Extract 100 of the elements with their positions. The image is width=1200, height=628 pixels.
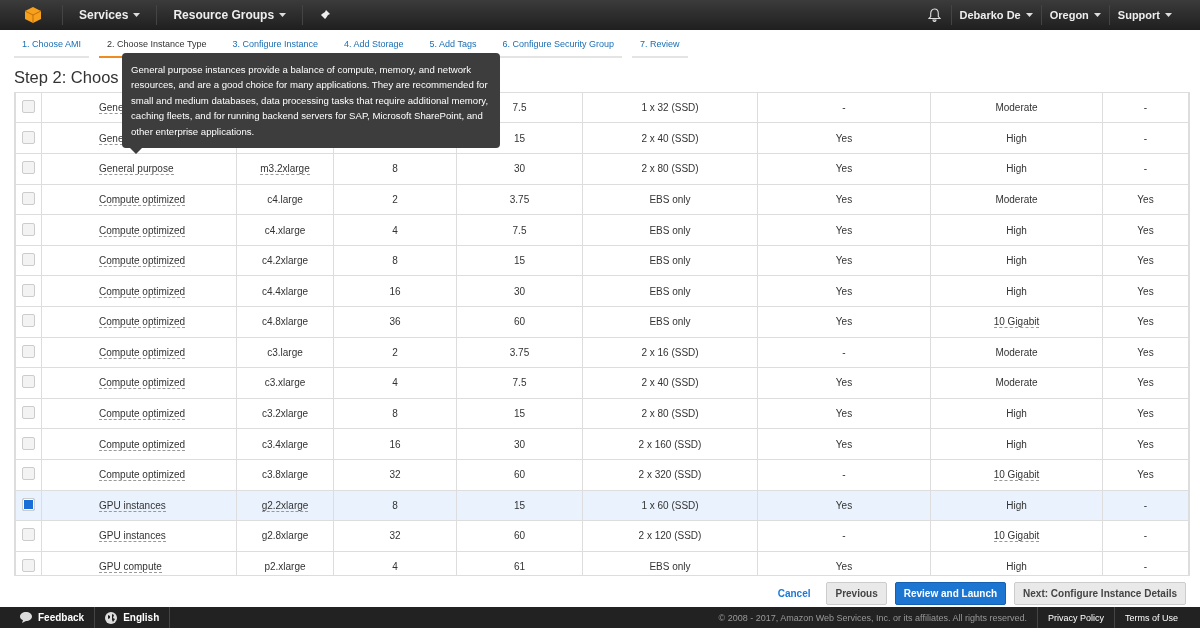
table-cell: 2 x 40 (SSD) [641, 132, 699, 144]
table-cell: EBS only [649, 285, 691, 297]
row-checkbox[interactable] [22, 528, 35, 542]
table-row[interactable]: Compute optimized c4.4xlarge 16 30 EBS only Yes High Yes [15, 275, 1189, 307]
nav-menu[interactable]: Resource Groups [156, 4, 303, 25]
table-cell: Moderate [995, 102, 1038, 114]
table-cell: 2 x 320 (SSD) [638, 469, 702, 481]
row-checkbox[interactable] [22, 375, 35, 389]
row-checkbox[interactable] [22, 100, 35, 114]
row-checkbox[interactable] [22, 191, 35, 205]
row-checkbox[interactable] [22, 253, 35, 267]
table-cell: 15 [513, 132, 526, 144]
table-cell: Compute optimized [99, 316, 186, 329]
table-cell: Yes [1137, 438, 1154, 450]
table-cell: EBS only [649, 193, 691, 205]
table-cell: High [1006, 255, 1027, 267]
row-checkbox[interactable] [22, 497, 35, 511]
table-cell: 16 [389, 285, 401, 297]
table-cell: High [1006, 224, 1027, 236]
row-checkbox[interactable] [22, 222, 35, 236]
table-row[interactable]: Compute optimized c3.2xlarge 8 15 2 x 80 (SSD) Yes High Yes [15, 398, 1189, 429]
nav-menu[interactable]: Services [62, 4, 157, 25]
table-cell: 4 [392, 224, 398, 236]
wizard-tab[interactable]: 1. Choose AMI [14, 38, 90, 58]
row-checkbox[interactable] [22, 314, 35, 328]
action-button[interactable]: Next: Configure Instance Details [1014, 581, 1186, 605]
table-cell: Yes [1137, 193, 1154, 205]
table-cell: 4 [392, 561, 398, 573]
tooltip: General purpose instances provide a balance of compute, memory, and network resources, and are a good choice for many applications. They are recommended for small and medium databases, data processing tasks that require additional memory, caching fleets, and for running backend servers for SAP, Microsoft SharePoint, and other enterprise applications. [122, 53, 500, 149]
table-cell: Yes [1137, 255, 1154, 267]
table-row[interactable]: GPU compute p2.xlarge 4 61 EBS only Yes High - [15, 551, 1189, 576]
table-cell: c4.xlarge [264, 224, 306, 236]
table-cell: - [1143, 499, 1148, 511]
table-row[interactable]: Compute optimized c4.large 2 3.75 EBS only Yes Moderate Yes [15, 184, 1189, 215]
table-cell: GPU instances [99, 499, 166, 512]
table-cell: Yes [835, 408, 853, 420]
bell-icon[interactable] [927, 7, 941, 22]
row-checkbox[interactable] [22, 467, 35, 481]
table-cell: - [842, 530, 846, 542]
table-cell: EBS only [649, 224, 691, 236]
table-cell: 30 [513, 285, 526, 297]
table-row[interactable]: General purpose m3.2xlarge 8 30 2 x 80 (SSD) Yes High - [15, 153, 1189, 185]
table-cell: 30 [513, 163, 526, 175]
table-cell: 15 [513, 408, 526, 420]
row-checkbox[interactable] [22, 130, 35, 144]
action-button[interactable]: Review and Launch [894, 581, 1007, 605]
table-row[interactable]: Compute optimized c3.xlarge 4 7.5 2 x 40 (SSD) Yes Moderate Yes [15, 367, 1189, 399]
table-cell: c3.4xlarge [261, 438, 309, 450]
table-cell: Yes [835, 438, 853, 450]
table-row[interactable]: Compute optimized c3.8xlarge 32 60 2 x 320 (SSD) - 10 Gigabit Yes [15, 459, 1189, 491]
table-row[interactable]: Compute optimized c4.8xlarge 36 60 EBS only Yes 10 Gigabit Yes [15, 306, 1189, 338]
footer-link[interactable]: Terms of Use [1114, 607, 1188, 628]
table-row[interactable]: Compute optimized c4.xlarge 4 7.5 EBS only Yes High Yes [15, 214, 1189, 246]
table-cell: 15 [513, 499, 526, 511]
table-cell: Yes [835, 132, 853, 144]
nav-menu[interactable]: Debarko De [950, 4, 1041, 25]
table-cell: Yes [1137, 285, 1154, 297]
table-cell: 8 [392, 255, 398, 267]
table-cell: Yes [1137, 377, 1154, 389]
footer-link[interactable]: Privacy Policy [1036, 607, 1114, 628]
table-cell: - [1143, 530, 1148, 542]
table-cell: 60 [513, 469, 526, 481]
table-cell: Yes [835, 561, 853, 573]
table-cell: 15 [513, 255, 526, 267]
table-cell: 2 x 80 (SSD) [641, 408, 699, 420]
table-row[interactable]: Compute optimized c3.large 2 3.75 2 x 16 (SSD) - Moderate Yes [15, 337, 1189, 368]
table-cell: Yes [835, 285, 853, 297]
row-checkbox[interactable] [22, 161, 35, 175]
action-button[interactable]: Previous [826, 581, 887, 605]
table-row[interactable]: Compute optimized c4.2xlarge 8 15 EBS only Yes High Yes [15, 245, 1189, 276]
table-cell: High [1006, 499, 1027, 511]
table-cell: - [842, 346, 846, 358]
table-cell: 60 [513, 530, 526, 542]
nav-menu[interactable]: Oregon [1040, 4, 1109, 25]
row-checkbox[interactable] [22, 436, 35, 450]
language-menu[interactable]: English [95, 607, 171, 628]
table-cell: c4.large [267, 193, 303, 205]
wizard-tab[interactable]: 7. Review [632, 38, 688, 58]
row-checkbox[interactable] [22, 406, 35, 420]
cancel-link[interactable]: Cancel [769, 582, 819, 604]
nav-menu[interactable]: Support [1108, 4, 1180, 25]
row-checkbox[interactable] [22, 283, 35, 297]
table-row[interactable]: GPU instances g2.2xlarge 8 15 1 x 60 (SSD) Yes High - [15, 490, 1189, 521]
table-cell: c3.xlarge [264, 377, 306, 389]
table-cell: Yes [835, 224, 853, 236]
table-cell: 2 x 120 (SSD) [638, 530, 702, 542]
table-cell: High [1006, 561, 1027, 573]
table-row[interactable]: Compute optimized c3.4xlarge 16 30 2 x 160 (SSD) Yes High Yes [15, 428, 1189, 460]
row-checkbox[interactable] [22, 559, 35, 573]
table-cell: g2.2xlarge [261, 499, 309, 512]
table-cell: c3.8xlarge [261, 469, 309, 481]
table-cell: 2 [392, 346, 398, 358]
row-checkbox[interactable] [22, 344, 35, 358]
table-cell: General purpose [99, 163, 174, 176]
table-cell: Moderate [995, 377, 1038, 389]
table-cell: EBS only [649, 255, 691, 267]
table-cell: - [1143, 163, 1148, 175]
table-cell: 7.5 [512, 224, 527, 236]
feedback-link[interactable]: Feedback [10, 607, 96, 628]
table-row[interactable]: GPU instances g2.8xlarge 32 60 2 x 120 (SSD) - 10 Gigabit - [15, 520, 1189, 552]
